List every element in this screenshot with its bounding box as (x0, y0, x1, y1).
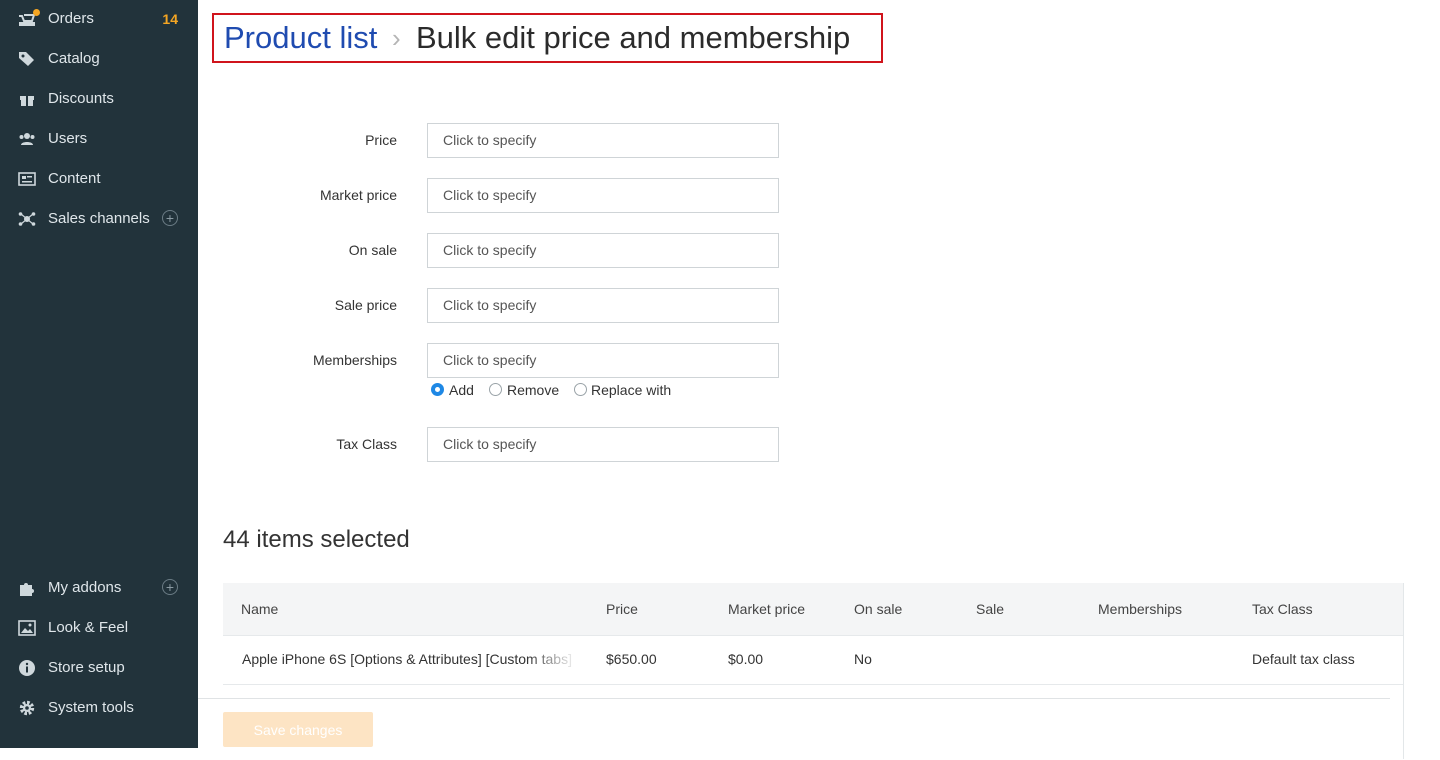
memberships-input[interactable]: Click to specify (427, 343, 779, 378)
sale-price-label: Sale price (334, 297, 397, 313)
image-icon (18, 619, 36, 637)
save-changes-button[interactable]: Save changes (223, 712, 373, 747)
sidebar-bottom-strip (0, 748, 198, 759)
sidebar: Orders 14 Catalog Discounts Users Conten… (0, 0, 198, 748)
table-row[interactable]: Apple iPhone 6S [Options & Attributes] [… (223, 635, 1403, 685)
tax-class-cell: Default tax class (1252, 651, 1355, 667)
puzzle-icon (18, 579, 36, 597)
table-header: Name Price Market price On sale Sale Mem… (223, 583, 1403, 635)
sidebar-item-discounts[interactable]: Discounts (0, 79, 198, 119)
sidebar-item-orders[interactable]: Orders 14 (0, 0, 198, 39)
sidebar-item-look-and-feel[interactable]: Look & Feel (0, 608, 198, 648)
sale-price-input[interactable]: Click to specify (427, 288, 779, 323)
membership-replace-label[interactable]: Replace with (591, 381, 671, 399)
sidebar-item-store-setup[interactable]: Store setup (0, 648, 198, 688)
sidebar-item-label: System tools (48, 699, 134, 716)
column-header-tax-class[interactable]: Tax Class (1252, 600, 1313, 618)
product-name-cell[interactable]: Apple iPhone 6S [Options & Attributes] [… (242, 650, 577, 668)
sidebar-item-my-addons[interactable]: My addons + (0, 568, 198, 608)
column-header-name[interactable]: Name (241, 600, 278, 618)
tax-class-input[interactable]: Click to specify (427, 427, 779, 462)
sidebar-item-label: Orders (48, 10, 94, 27)
sidebar-item-label: Discounts (48, 90, 114, 107)
tax-class-label: Tax Class (336, 436, 397, 452)
membership-replace-radio[interactable] (574, 383, 587, 396)
on-sale-label: On sale (348, 242, 397, 258)
price-label: Price (365, 132, 397, 148)
gift-icon (18, 90, 36, 108)
membership-add-label[interactable]: Add (449, 381, 474, 399)
market-price-cell: $0.00 (728, 651, 764, 667)
price-cell: $650.00 (606, 651, 657, 667)
items-selected-heading: 44 items selected (223, 526, 410, 553)
sidebar-item-users[interactable]: Users (0, 119, 198, 159)
sidebar-item-system-tools[interactable]: System tools (0, 688, 198, 728)
column-header-on-sale[interactable]: On sale (854, 600, 902, 618)
orders-count-badge: 14 (162, 11, 178, 27)
column-header-memberships[interactable]: Memberships (1098, 600, 1182, 618)
sidebar-item-label: Users (48, 130, 88, 147)
orders-notification-dot (33, 9, 40, 16)
add-sales-channel-button[interactable]: + (162, 210, 178, 226)
price-input[interactable]: Click to specify (427, 123, 779, 158)
sidebar-item-label: Catalog (48, 50, 100, 67)
add-addon-button[interactable]: + (162, 579, 178, 595)
sidebar-item-label: Store setup (48, 659, 125, 676)
sidebar-item-label: My addons (48, 579, 122, 596)
sidebar-item-catalog[interactable]: Catalog (0, 39, 198, 79)
sidebar-item-sales-channels[interactable]: Sales channels + (0, 199, 198, 239)
tag-icon (18, 50, 36, 68)
sidebar-item-label: Content (48, 170, 101, 187)
sidebar-item-label: Look & Feel (48, 619, 129, 636)
membership-remove-radio[interactable] (489, 383, 502, 396)
column-header-price[interactable]: Price (606, 600, 638, 618)
membership-remove-label[interactable]: Remove (507, 381, 559, 399)
membership-add-radio[interactable] (431, 383, 444, 396)
bottom-action-bar (198, 698, 1390, 760)
page-title: Bulk edit price and membership (416, 20, 851, 55)
on-sale-input[interactable]: Click to specify (427, 233, 779, 268)
sidebar-item-label: Sales channels (48, 210, 150, 227)
info-icon (18, 659, 36, 677)
content-icon (18, 170, 36, 188)
on-sale-cell: No (854, 651, 872, 667)
breadcrumb-separator: › (392, 23, 401, 53)
breadcrumb-product-list-link[interactable]: Product list (224, 18, 377, 58)
users-icon (18, 130, 36, 148)
network-icon (18, 210, 36, 228)
column-header-market-price[interactable]: Market price (728, 600, 805, 618)
column-header-sale[interactable]: Sale (976, 600, 1004, 618)
gear-icon (18, 699, 36, 717)
market-price-input[interactable]: Click to specify (427, 178, 779, 213)
memberships-label: Memberships (312, 352, 397, 368)
market-price-label: Market price (319, 187, 397, 203)
sidebar-item-content[interactable]: Content (0, 159, 198, 199)
